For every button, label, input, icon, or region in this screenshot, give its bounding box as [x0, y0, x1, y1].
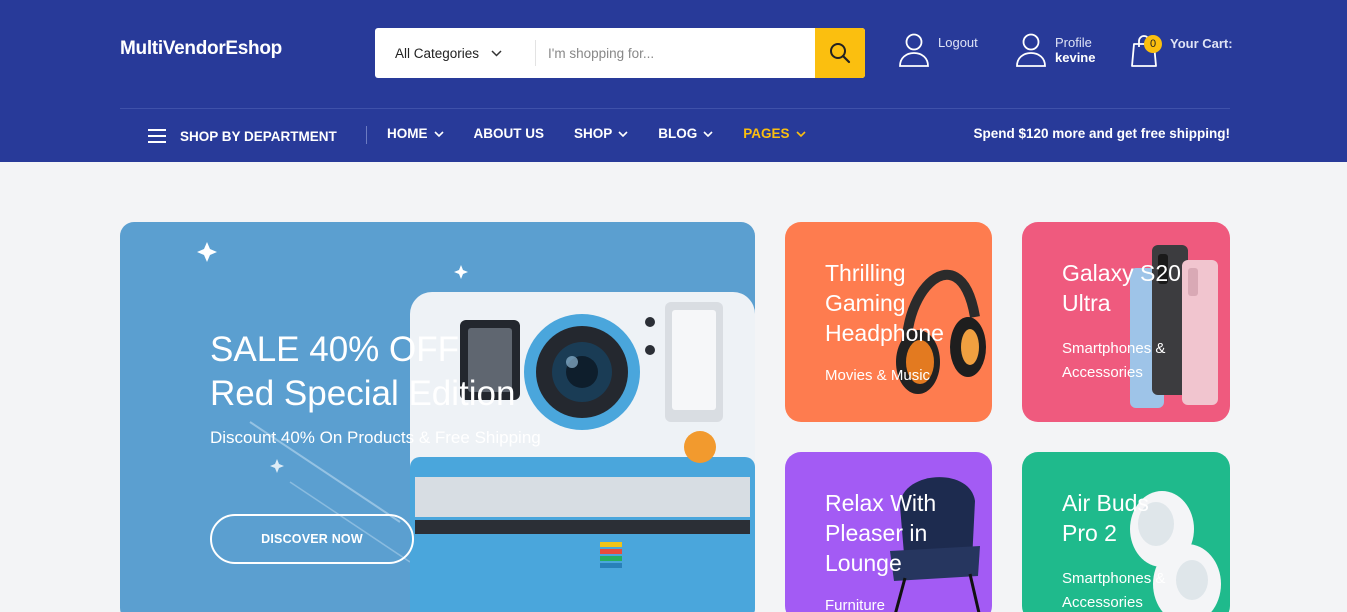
logout-link[interactable]: Logout	[898, 32, 978, 68]
department-label: SHOP BY DEPARTMENT	[180, 128, 337, 144]
nav-item-label: HOME	[387, 126, 428, 141]
nav-item-label: SHOP	[574, 126, 613, 141]
search-button[interactable]	[815, 28, 865, 78]
nav-item-label: PAGES	[743, 126, 790, 141]
hero-headline-1: SALE 40% OFF	[210, 330, 459, 369]
chevron-down-icon	[795, 130, 806, 137]
search-input[interactable]	[535, 40, 815, 66]
card-title: Air Buds Pro 2	[1062, 490, 1149, 546]
profile-link[interactable]: Profile kevine	[1015, 32, 1095, 68]
card-subtitle: Movies & Music	[825, 367, 931, 384]
card-subtitle: Furniture	[825, 597, 886, 612]
hero-subtitle: Discount 40% On Products & Free Shipping	[210, 428, 541, 447]
profile-label: Profile	[1055, 35, 1092, 50]
main-nav: SHOP BY DEPARTMENT HOME ABOUT US SHOP BL…	[120, 110, 1230, 160]
search-icon	[830, 43, 851, 64]
nav-item-home[interactable]: HOME	[387, 126, 444, 141]
chevron-down-icon	[618, 130, 628, 137]
nav-item-blog[interactable]: BLOG	[658, 126, 713, 141]
discover-now-button[interactable]: DISCOVER NOW	[210, 514, 414, 564]
nav-item-shop[interactable]: SHOP	[574, 126, 628, 141]
promo-card-lounge[interactable]: Relax With Pleaser in Lounge Furniture	[785, 452, 992, 612]
card-subtitle: Smartphones & Accessories	[1062, 340, 1166, 381]
promo-card-galaxy[interactable]: Galaxy S20 Ultra Smartphones & Accessori…	[1022, 222, 1230, 422]
category-select-label: All Categories	[395, 45, 480, 61]
nav-item-label: BLOG	[658, 126, 698, 141]
cart-icon-wrap: 0	[1130, 34, 1162, 68]
nav-menu: HOME ABOUT US SHOP BLOG PAGES	[387, 126, 836, 141]
profile-username: kevine	[1055, 50, 1096, 65]
chevron-down-icon	[433, 130, 444, 137]
chevron-down-icon	[703, 130, 713, 137]
nav-item-label: ABOUT US	[473, 126, 545, 141]
cart-link[interactable]: 0 Your Cart:	[1130, 34, 1233, 68]
hamburger-icon	[148, 125, 166, 147]
category-select[interactable]: All Categories	[375, 28, 535, 78]
hero-banner: SALE 40% OFF Red Special Edition Discoun…	[120, 222, 755, 612]
card-subtitle: Smartphones & Accessories	[1062, 570, 1166, 611]
card-title: Relax With Pleaser in Lounge	[825, 490, 937, 576]
chevron-down-icon	[491, 49, 502, 57]
card-title: Galaxy S20 Ultra	[1062, 260, 1181, 316]
logout-label: Logout	[938, 35, 978, 50]
hero-headline-2: Red Special Edition	[210, 374, 516, 413]
user-icon	[1016, 33, 1046, 67]
shop-by-department-button[interactable]: SHOP BY DEPARTMENT	[148, 125, 337, 147]
card-title: Thrilling Gaming Headphone	[825, 260, 944, 346]
cart-count-badge: 0	[1144, 35, 1162, 53]
nav-item-about-us[interactable]: ABOUT US	[474, 126, 545, 141]
search-bar: All Categories	[375, 28, 865, 78]
promo-card-airbuds[interactable]: Air Buds Pro 2 Smartphones & Accessories	[1022, 452, 1230, 612]
site-header: MultiVendorEshop All Categories Logout P…	[0, 0, 1347, 162]
nav-item-pages[interactable]: PAGES	[743, 126, 806, 141]
cart-label: Your Cart:	[1170, 36, 1233, 51]
nav-separator	[366, 126, 367, 144]
site-logo[interactable]: MultiVendorEshop	[120, 38, 282, 60]
header-divider	[120, 108, 1230, 109]
promo-card-headphone[interactable]: Thrilling Gaming Headphone Movies & Musi…	[785, 222, 992, 422]
user-icon	[899, 33, 929, 67]
free-shipping-promo: Spend $120 more and get free shipping!	[973, 126, 1230, 141]
